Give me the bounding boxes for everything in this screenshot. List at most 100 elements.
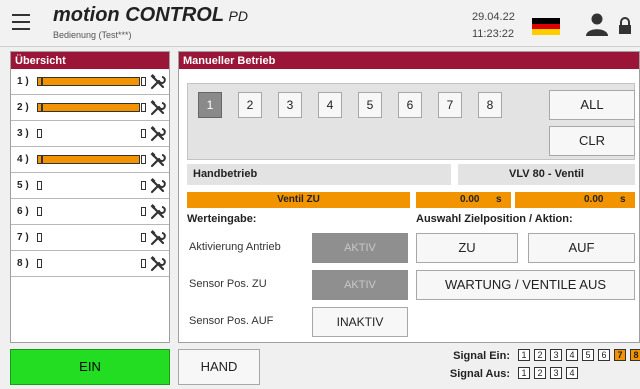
bar-end-right (141, 155, 146, 164)
tools-icon[interactable] (150, 152, 166, 168)
signal-out-indicator: 2 (534, 367, 546, 379)
app-subtitle: Bedienung (Test***) (53, 30, 132, 40)
tools-icon[interactable] (150, 74, 166, 90)
signal-in-label: Signal Ein: (453, 350, 510, 362)
brand-suffix: PD (228, 8, 248, 24)
bar-end-right (141, 103, 146, 112)
timer-1-unit: s (496, 194, 502, 205)
date-text: 29.04.22 (472, 11, 515, 23)
overview-row[interactable]: 7 ) (11, 225, 169, 251)
signal-in-indicator: 5 (582, 349, 594, 361)
signal-in-indicator: 1 (518, 349, 530, 361)
overview-row[interactable]: 1 ) (11, 69, 169, 95)
signal-out-label: Signal Aus: (449, 368, 510, 380)
target-selection-title: Auswahl Zielposition / Aktion: (416, 213, 573, 225)
timer-1-value: 0.00 (460, 194, 480, 205)
overview-panel: Übersicht 1 ) 2 ) 3 ) 4 ) 5 ) 6 ) 7 ) 8 ) (10, 51, 170, 343)
overview-row[interactable]: 6 ) (11, 199, 169, 225)
ein-button[interactable]: EIN (10, 349, 170, 385)
maintenance-button[interactable]: WARTUNG / VENTILE AUS (416, 270, 635, 300)
selector-button-4[interactable]: 4 (318, 92, 342, 118)
flag-de-icon[interactable] (532, 18, 560, 35)
tools-icon[interactable] (150, 178, 166, 194)
signal-in-indicator: 6 (598, 349, 610, 361)
bar-end-right (141, 207, 146, 216)
mode-label: Handbetrieb (187, 164, 451, 185)
signal-in-indicator: 4 (566, 349, 578, 361)
signal-in-indicator: 8 (630, 349, 640, 361)
timer-2: 0.00 s (515, 192, 635, 208)
bar-end-left (37, 129, 42, 138)
overview-row[interactable]: 4 ) (11, 147, 169, 173)
timer-2-unit: s (620, 194, 626, 205)
selector-button-1[interactable]: 1 (198, 92, 222, 118)
overview-title: Übersicht (11, 52, 169, 69)
overview-row[interactable]: 5 ) (11, 173, 169, 199)
tools-icon[interactable] (150, 230, 166, 246)
progress-bar (42, 155, 140, 164)
valve-name: VLV 80 - Ventil (458, 164, 635, 185)
overview-row-number: 3 ) (17, 128, 29, 139)
tools-icon[interactable] (150, 256, 166, 272)
overview-row[interactable]: 3 ) (11, 121, 169, 147)
selector-button-3[interactable]: 3 (278, 92, 302, 118)
overview-row-number: 1 ) (17, 76, 29, 87)
bar-end-right (141, 181, 146, 190)
drive-activation-label: Aktivierung Antrieb (189, 241, 281, 253)
value-input-title: Werteingabe: (187, 213, 257, 225)
datetime-display: 29.04.22 11:23:22 (472, 9, 515, 43)
signal-out-indicator: 3 (550, 367, 562, 379)
signal-out-indicator: 1 (518, 367, 530, 379)
menu-icon[interactable] (12, 14, 30, 30)
tools-icon[interactable] (150, 100, 166, 116)
header-bar: motion CONTROL PD Bedienung (Test***) 29… (0, 0, 640, 47)
bar-end-left (37, 181, 42, 190)
bar-end-right (141, 233, 146, 242)
bar-end-left (37, 259, 42, 268)
timer-2-value: 0.00 (584, 194, 604, 205)
lock-icon[interactable] (618, 17, 632, 35)
overview-row-number: 8 ) (17, 258, 29, 269)
bar-end-right (141, 129, 146, 138)
open-valve-button[interactable]: AUF (528, 233, 635, 263)
select-all-button[interactable]: ALL (549, 90, 635, 120)
bar-end-left (37, 233, 42, 242)
sensor-open-button[interactable]: INAKTIV (312, 307, 408, 337)
selector-button-6[interactable]: 6 (398, 92, 422, 118)
tools-icon[interactable] (150, 204, 166, 220)
manual-operation-panel: Manueller Betrieb 1 2 3 4 5 6 7 8 ALL CL… (178, 51, 640, 343)
clear-selection-button[interactable]: CLR (549, 126, 635, 156)
progress-bar (42, 103, 140, 112)
overview-row[interactable]: 2 ) (11, 95, 169, 121)
sensor-closed-button: AKTIV (312, 270, 408, 300)
overview-row[interactable]: 8 ) (11, 251, 169, 277)
time-text: 11:23:22 (472, 28, 515, 40)
overview-row-number: 4 ) (17, 154, 29, 165)
overview-row-number: 2 ) (17, 102, 29, 113)
selector-button-2[interactable]: 2 (238, 92, 262, 118)
valve-selector: 1 2 3 4 5 6 7 8 ALL CLR (187, 83, 635, 160)
valve-status: Ventil ZU (187, 192, 410, 208)
overview-row-number: 7 ) (17, 232, 29, 243)
overview-row-number: 6 ) (17, 206, 29, 217)
brand-name: motion CONTROL (53, 4, 224, 26)
manual-operation-title: Manueller Betrieb (179, 52, 639, 69)
sensor-open-label: Sensor Pos. AUF (189, 315, 274, 327)
progress-bar (42, 77, 140, 86)
signal-in-indicator: 2 (534, 349, 546, 361)
signal-in-indicator: 3 (550, 349, 562, 361)
close-valve-button[interactable]: ZU (416, 233, 518, 263)
signal-in-indicator: 7 (614, 349, 626, 361)
sensor-closed-label: Sensor Pos. ZU (189, 278, 267, 290)
hand-mode-button[interactable]: HAND (178, 349, 260, 385)
tools-icon[interactable] (150, 126, 166, 142)
user-icon[interactable] (585, 12, 609, 36)
bar-end-right (141, 259, 146, 268)
selector-button-5[interactable]: 5 (358, 92, 382, 118)
selector-button-8[interactable]: 8 (478, 92, 502, 118)
brand-logo: motion CONTROL PD (53, 4, 248, 27)
bar-end-right (141, 77, 146, 86)
overview-row-number: 5 ) (17, 180, 29, 191)
brand-main-text: motion CONTROL (53, 4, 225, 26)
selector-button-7[interactable]: 7 (438, 92, 462, 118)
